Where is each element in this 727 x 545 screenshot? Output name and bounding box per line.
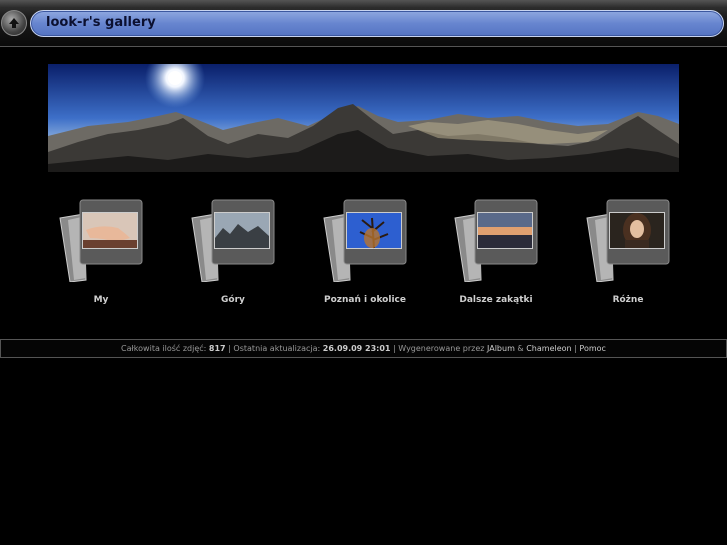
album-poznan[interactable]: Poznań i okolice [310, 198, 420, 318]
separator: | [393, 344, 396, 353]
album-folder-icon [454, 199, 538, 282]
album-folder-icon [191, 199, 275, 282]
top-bar: look-r's gallery [0, 0, 727, 47]
separator: | [574, 344, 577, 353]
top-bar-strip [0, 0, 727, 8]
album-folder-icon [323, 199, 407, 282]
album-label: Różne [612, 295, 644, 305]
album-label: My [93, 295, 109, 305]
up-button[interactable] [1, 10, 27, 36]
album-folder-icon [586, 199, 670, 282]
chameleon-link[interactable]: Chameleon [526, 344, 571, 353]
gallery-title-bar: look-r's gallery [30, 10, 724, 37]
last-update-value: 26.09.09 23:01 [322, 344, 391, 353]
album-dalsze-zakatki[interactable]: Dalsze zakątki [441, 198, 551, 318]
album-my[interactable]: My [46, 198, 156, 318]
banner-image [48, 64, 679, 172]
album-rozne[interactable]: Różne [573, 198, 683, 318]
footer-bar: Całkowita ilość zdjęć: 817 | Ostatnia ak… [0, 339, 727, 358]
help-link[interactable]: Pomoc [579, 344, 606, 353]
album-folder-icon [59, 199, 143, 282]
album-gory[interactable]: Góry [178, 198, 288, 318]
generated-by-label: Wygenerowane przez [398, 344, 485, 353]
ampersand: & [517, 344, 524, 353]
album-label: Góry [221, 295, 245, 305]
photo-count-value: 817 [208, 344, 226, 353]
up-arrow-icon [9, 18, 19, 28]
page-title: look-r's gallery [46, 15, 156, 30]
jalbum-link[interactable]: JAlbum [487, 344, 515, 353]
album-label: Poznań i okolice [324, 295, 406, 305]
separator: | [228, 344, 231, 353]
album-label: Dalsze zakątki [459, 295, 533, 305]
last-update-label: Ostatnia aktualizacja: [233, 344, 321, 353]
photo-count-label: Całkowita ilość zdjęć: [121, 344, 207, 353]
